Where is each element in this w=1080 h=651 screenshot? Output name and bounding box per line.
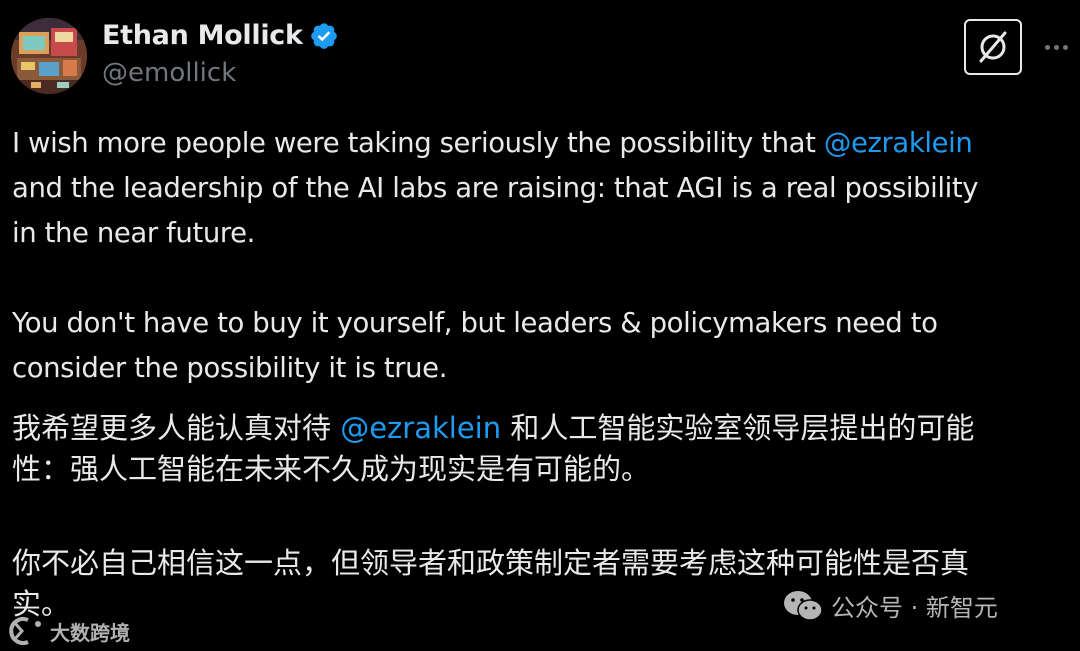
author-handle[interactable]: @emollick (102, 58, 236, 88)
author-name-row[interactable]: Ethan Mollick (102, 20, 339, 51)
more-options-button[interactable] (1040, 33, 1072, 61)
grok-icon (979, 31, 1007, 63)
pixel-art-avatar-icon (11, 18, 87, 94)
more-icon-dot (1062, 44, 1068, 50)
dashu-watermark: 大数跨境 (8, 616, 130, 646)
mention-link[interactable]: @ezraklein (340, 411, 501, 445)
translation-zh-paragraph-1: 我希望更多人能认真对待 @ezraklein 和人工智能实验室领导层提出的可能 … (12, 408, 1072, 490)
text-line: consider the possibility it is true. (12, 352, 448, 384)
verified-badge-icon (310, 22, 337, 49)
tweet: Ethan Mollick @emollick I wish more peop… (0, 0, 1080, 651)
wechat-icon (784, 590, 823, 621)
tweet-text-en-paragraph-2: You don't have to buy it yourself, but l… (12, 301, 1072, 391)
mention-link[interactable]: @ezraklein (824, 127, 973, 159)
more-icon-dot (1044, 44, 1050, 50)
text-line: You don't have to buy it yourself, but l… (12, 307, 938, 339)
author-display-name[interactable]: Ethan Mollick (102, 20, 303, 51)
watermark-text: 大数跨境 (50, 620, 130, 645)
text-line: 你不必自己相信这一点，但领导者和政策制定者需要考虑这种可能性是否真 (12, 546, 970, 580)
tweet-text-en-paragraph-1: I wish more people were taking seriously… (12, 121, 1072, 256)
text-line: 性：强人工智能在未来不久成为现实是有可能的。 (12, 452, 651, 486)
text-line: and the leadership of the AI labs are ra… (12, 172, 979, 204)
grok-button[interactable] (964, 19, 1022, 75)
text-line: I wish more people were taking seriously… (12, 127, 973, 159)
text-line: in the near future. (12, 217, 256, 249)
dashu-logo-icon (9, 617, 41, 645)
more-icon-dot (1053, 44, 1059, 50)
wechat-watermark: 公众号 · 新智元 (783, 588, 998, 623)
avatar[interactable] (11, 18, 87, 94)
watermark-text: 公众号 · 新智元 (831, 594, 998, 622)
text-line: 我希望更多人能认真对待 @ezraklein 和人工智能实验室领导层提出的可能 (12, 411, 975, 445)
